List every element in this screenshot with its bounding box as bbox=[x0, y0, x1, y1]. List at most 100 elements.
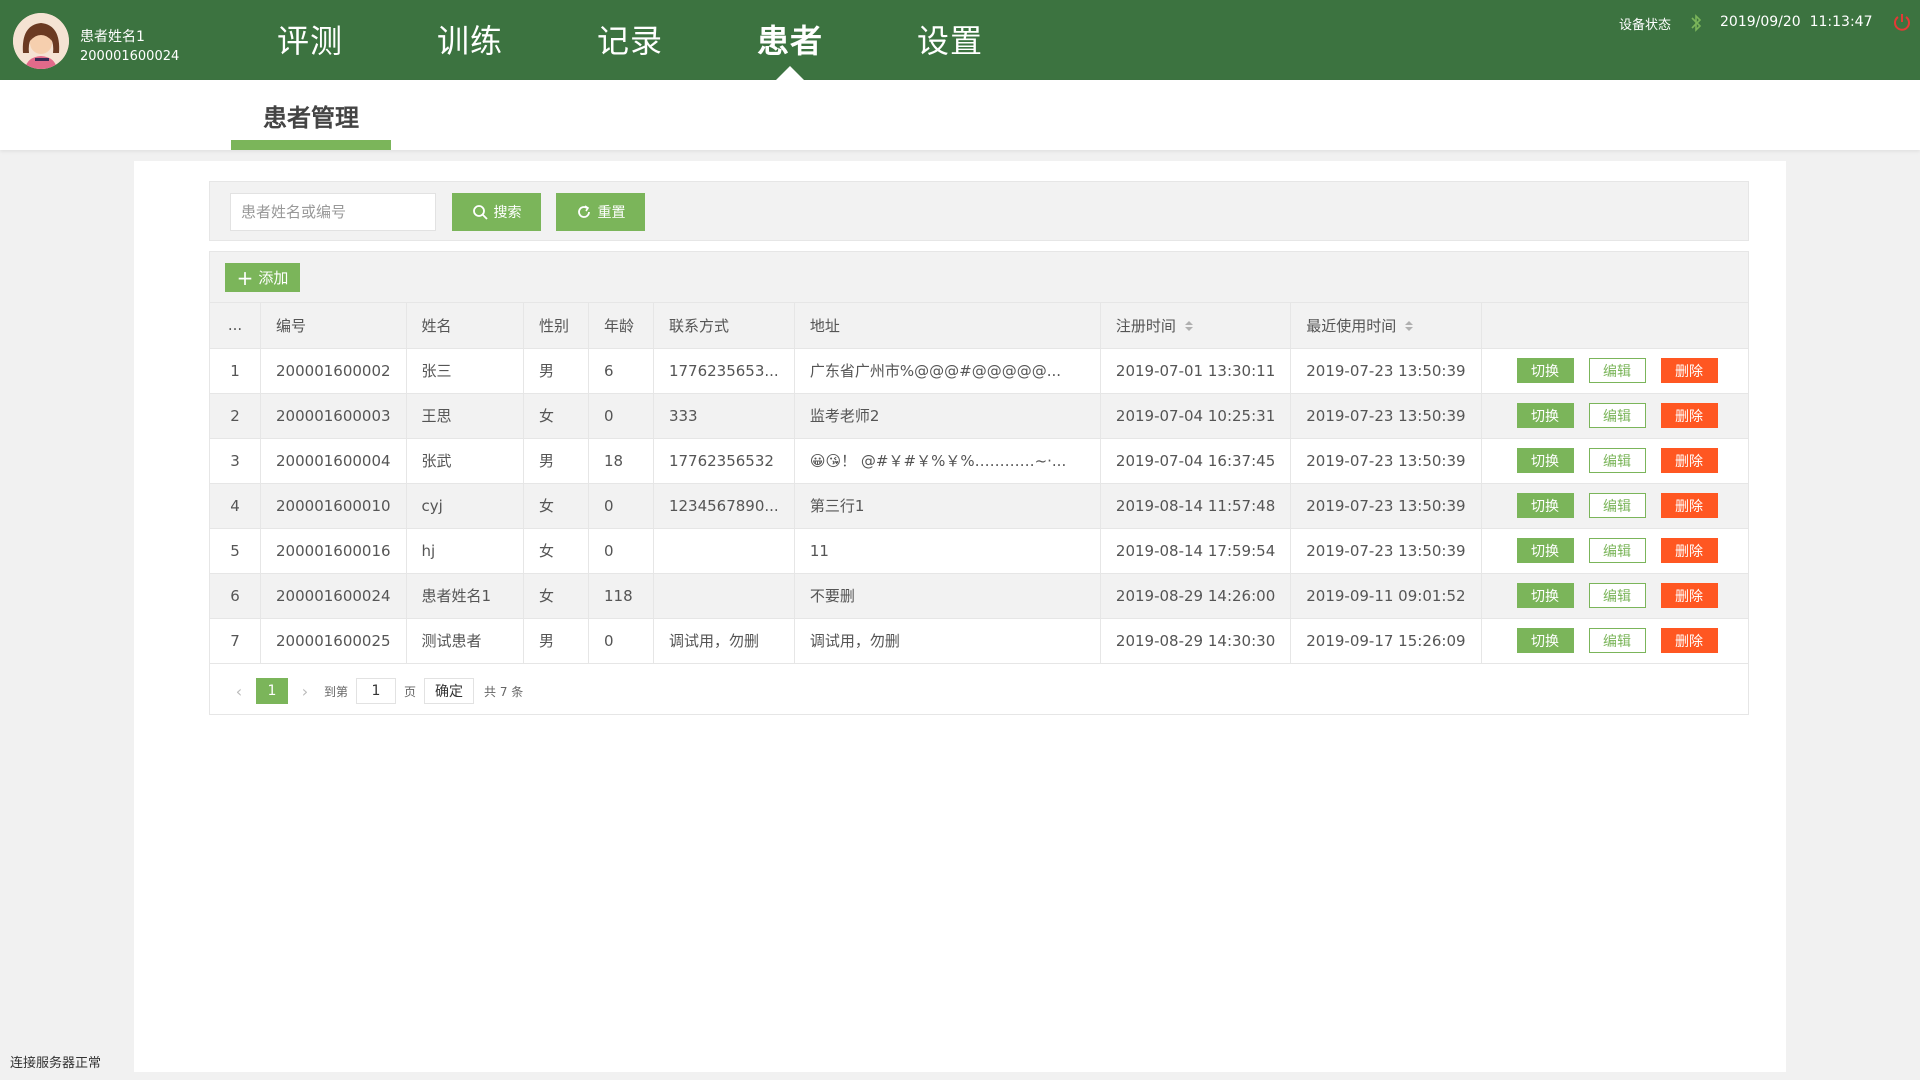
cell-id: 200001600016 bbox=[260, 528, 407, 574]
sort-icon[interactable] bbox=[1404, 319, 1414, 333]
cell-contact bbox=[653, 573, 795, 619]
switch-button[interactable]: 切换 bbox=[1516, 403, 1574, 428]
main-nav: 评测 训练 记录 患者 设置 bbox=[230, 0, 1030, 80]
sort-icon[interactable] bbox=[1184, 319, 1194, 333]
nav-item-patients[interactable]: 患者 bbox=[710, 0, 870, 80]
date-text: 2019/09/20 bbox=[1720, 14, 1801, 30]
cell-name: cyj bbox=[406, 483, 525, 529]
delete-button[interactable]: 删除 bbox=[1660, 448, 1718, 473]
col-header-id: 编号 bbox=[260, 303, 407, 349]
sub-header: 患者管理 bbox=[0, 80, 1920, 150]
cell-actions: 切换 编辑 删除 bbox=[1481, 483, 1748, 529]
delete-button[interactable]: 删除 bbox=[1660, 493, 1718, 518]
table-row: 5 200001600016 hj 女 0 11 2019-08-14 17:5… bbox=[210, 528, 1748, 574]
page-confirm-button[interactable]: 确定 bbox=[424, 678, 475, 704]
col-header-registered[interactable]: 注册时间 bbox=[1100, 303, 1292, 349]
table-header-row: ... 编号 姓名 性别 年龄 联系方式 地址 注册时间 最近使用时间 bbox=[210, 303, 1748, 349]
cell-gender: 女 bbox=[523, 573, 589, 619]
search-bar: 搜索 重置 bbox=[209, 181, 1749, 241]
cell-name: 王思 bbox=[406, 393, 525, 439]
pagination: ‹ 1 › 到第 页 确定 共 7 条 bbox=[210, 667, 1748, 715]
cell-index: 2 bbox=[210, 393, 262, 439]
add-patient-button[interactable]: + 添加 bbox=[225, 263, 300, 292]
delete-button[interactable]: 删除 bbox=[1660, 583, 1718, 608]
cell-index: 4 bbox=[210, 483, 262, 529]
edit-button[interactable]: 编辑 bbox=[1588, 403, 1646, 428]
cell-gender: 女 bbox=[523, 528, 589, 574]
edit-button[interactable]: 编辑 bbox=[1588, 583, 1646, 608]
total-count: 共 7 条 bbox=[484, 684, 524, 699]
table-row: 4 200001600010 cyj 女 0 1234567890... 第三行… bbox=[210, 483, 1748, 529]
cell-gender: 女 bbox=[523, 483, 589, 529]
cell-index: 3 bbox=[210, 438, 262, 484]
edit-button[interactable]: 编辑 bbox=[1588, 628, 1646, 653]
server-status: 连接服务器正常 bbox=[10, 1056, 102, 1071]
cell-last-used: 2019-07-23 13:50:39 bbox=[1290, 348, 1482, 394]
cell-gender: 女 bbox=[523, 393, 589, 439]
time-text: 11:13:47 bbox=[1809, 14, 1873, 30]
device-status-label: 设备状态 bbox=[1619, 18, 1672, 33]
power-icon[interactable] bbox=[1892, 12, 1912, 32]
nav-item-settings[interactable]: 设置 bbox=[870, 0, 1030, 80]
delete-button[interactable]: 删除 bbox=[1660, 403, 1718, 428]
col-header-address: 地址 bbox=[794, 303, 1101, 349]
cell-name: 张武 bbox=[406, 438, 525, 484]
cell-age: 18 bbox=[588, 438, 654, 484]
tab-patient-management[interactable]: 患者管理 bbox=[231, 80, 391, 150]
nav-item-evaluation[interactable]: 评测 bbox=[230, 0, 390, 80]
cell-last-used: 2019-07-23 13:50:39 bbox=[1290, 438, 1482, 484]
cell-name: 测试患者 bbox=[406, 618, 525, 664]
cell-contact: 1776235653... bbox=[653, 348, 795, 394]
cell-actions: 切换 编辑 删除 bbox=[1481, 573, 1748, 619]
reset-button[interactable]: 重置 bbox=[556, 193, 645, 231]
col-header-age: 年龄 bbox=[588, 303, 654, 349]
user-avatar[interactable] bbox=[13, 13, 69, 69]
prev-page-icon[interactable]: ‹ bbox=[228, 682, 250, 701]
cell-name: 患者姓名1 bbox=[406, 573, 525, 619]
page-number-input[interactable] bbox=[356, 678, 397, 704]
cell-gender: 男 bbox=[523, 348, 589, 394]
switch-button[interactable]: 切换 bbox=[1516, 628, 1574, 653]
switch-button[interactable]: 切换 bbox=[1516, 358, 1574, 383]
avatar-image bbox=[13, 13, 69, 69]
next-page-icon[interactable]: › bbox=[294, 682, 316, 701]
switch-button[interactable]: 切换 bbox=[1516, 538, 1574, 563]
cell-contact: 17762356532 bbox=[653, 438, 795, 484]
nav-item-records[interactable]: 记录 bbox=[550, 0, 710, 80]
edit-button[interactable]: 编辑 bbox=[1588, 448, 1646, 473]
patient-table: ... 编号 姓名 性别 年龄 联系方式 地址 注册时间 最近使用时间 1 20… bbox=[210, 303, 1748, 664]
switch-button[interactable]: 切换 bbox=[1516, 493, 1574, 518]
add-button-label: 添加 bbox=[258, 269, 289, 287]
search-button[interactable]: 搜索 bbox=[452, 193, 541, 231]
table-row: 6 200001600024 患者姓名1 女 118 不要删 2019-08-2… bbox=[210, 573, 1748, 619]
bluetooth-icon bbox=[1691, 14, 1702, 32]
delete-button[interactable]: 删除 bbox=[1660, 358, 1718, 383]
cell-id: 200001600010 bbox=[260, 483, 407, 529]
cell-last-used: 2019-07-23 13:50:39 bbox=[1290, 393, 1482, 439]
page-current[interactable]: 1 bbox=[256, 678, 288, 704]
switch-button[interactable]: 切换 bbox=[1516, 448, 1574, 473]
table-toolbar: + 添加 bbox=[210, 252, 1748, 303]
user-name: 患者姓名1 bbox=[80, 29, 145, 45]
registered-header-label: 注册时间 bbox=[1115, 316, 1176, 335]
cell-age: 6 bbox=[588, 348, 654, 394]
plus-icon: + bbox=[236, 265, 254, 290]
delete-button[interactable]: 删除 bbox=[1660, 628, 1718, 653]
edit-button[interactable]: 编辑 bbox=[1588, 538, 1646, 563]
search-input[interactable] bbox=[230, 193, 436, 231]
table-row: 3 200001600004 张武 男 18 17762356532 😀😘！ @… bbox=[210, 438, 1748, 484]
edit-button[interactable]: 编辑 bbox=[1588, 493, 1646, 518]
nav-item-training[interactable]: 训练 bbox=[390, 0, 550, 80]
cell-id: 200001600025 bbox=[260, 618, 407, 664]
edit-button[interactable]: 编辑 bbox=[1588, 358, 1646, 383]
delete-button[interactable]: 删除 bbox=[1660, 538, 1718, 563]
reset-button-label: 重置 bbox=[597, 205, 626, 221]
switch-button[interactable]: 切换 bbox=[1516, 583, 1574, 608]
cell-address: 调试用，勿删 bbox=[794, 618, 1101, 664]
col-header-last-used[interactable]: 最近使用时间 bbox=[1290, 303, 1482, 349]
cell-actions: 切换 编辑 删除 bbox=[1481, 393, 1748, 439]
refresh-icon bbox=[577, 205, 590, 218]
search-icon bbox=[472, 205, 488, 220]
cell-id: 200001600024 bbox=[260, 573, 407, 619]
cell-name: hj bbox=[406, 528, 525, 574]
